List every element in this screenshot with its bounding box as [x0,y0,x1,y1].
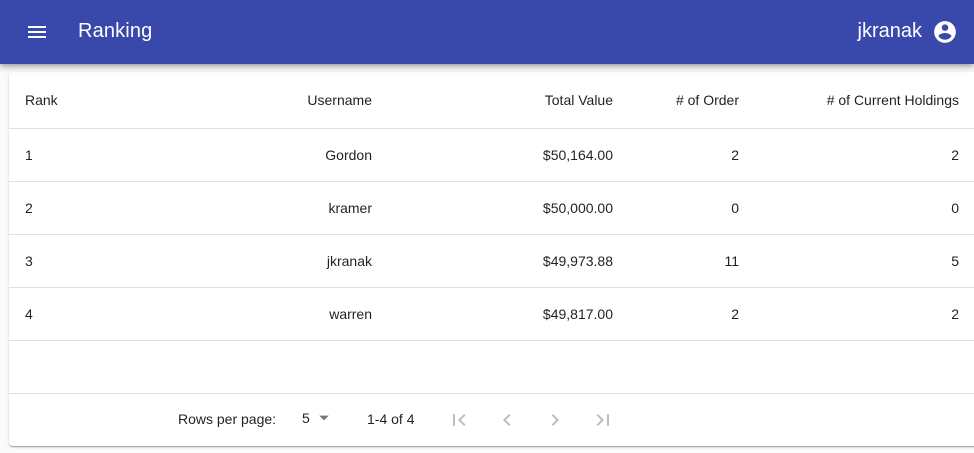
rows-per-page-select[interactable]: 5 [302,410,330,426]
cell-username: warren [119,287,388,341]
dropdown-arrow-icon [318,415,329,421]
table-row: 3 jkranak $49,973.88 11 5 [9,234,974,288]
username-label: jkranak [857,20,922,42]
header-username: Username [119,72,388,129]
table-row: 4 warren $49,817.00 2 2 [9,287,974,341]
chevron-left-icon [503,414,511,426]
chevron-right-icon [551,414,559,426]
last-page-icon [596,414,609,426]
first-page-button[interactable] [447,408,471,432]
cell-order-count: 2 [629,128,755,182]
first-page-icon [453,414,466,426]
account-circle-icon [934,21,956,43]
cell-total-value: $50,000.00 [388,181,629,235]
page-range-label: 1-4 of 4 [367,411,415,427]
header-rank: Rank [9,72,119,129]
cell-order-count: 2 [629,287,755,341]
cell-current-holdings: 2 [755,287,974,341]
table-header-row: Rank Username Total Value # of Order # o… [9,72,974,129]
next-page-button[interactable] [543,408,567,432]
cell-order-count: 0 [629,181,755,235]
header-order-count: # of Order [629,72,755,129]
cell-username: Gordon [119,128,388,182]
menu-button[interactable] [17,12,57,52]
last-page-button[interactable] [591,408,615,432]
rows-per-page-value: 5 [302,410,310,426]
header-total-value: Total Value [388,72,629,129]
cell-total-value: $49,973.88 [388,234,629,288]
app-bar: Ranking jkranak [0,0,974,64]
table-row: 2 kramer $50,000.00 0 0 [9,181,974,235]
previous-page-button[interactable] [495,408,519,432]
ranking-table-card: Rank Username Total Value # of Order # o… [9,72,974,446]
cell-rank: 3 [9,234,119,288]
table-row: 1 Gordon $50,164.00 2 2 [9,128,974,182]
menu-icon [28,26,46,38]
cell-total-value: $50,164.00 [388,128,629,182]
cell-username: jkranak [119,234,388,288]
cell-username: kramer [119,181,388,235]
ranking-table: Rank Username Total Value # of Order # o… [9,72,974,394]
rows-per-page-label: Rows per page: [178,411,277,427]
cell-current-holdings: 2 [755,128,974,182]
account-button[interactable] [932,19,958,45]
cell-total-value: $49,817.00 [388,287,629,341]
table-pagination: Rows per page: 5 1-4 of 4 [9,394,629,446]
cell-current-holdings: 5 [755,234,974,288]
cell-current-holdings: 0 [755,181,974,235]
cell-rank: 1 [9,128,119,182]
cell-rank: 4 [9,287,119,341]
cell-order-count: 11 [629,234,755,288]
cell-rank: 2 [9,181,119,235]
empty-filler-row [9,340,974,394]
page-title: Ranking [78,20,153,42]
header-current-holdings: # of Current Holdings [755,72,974,129]
